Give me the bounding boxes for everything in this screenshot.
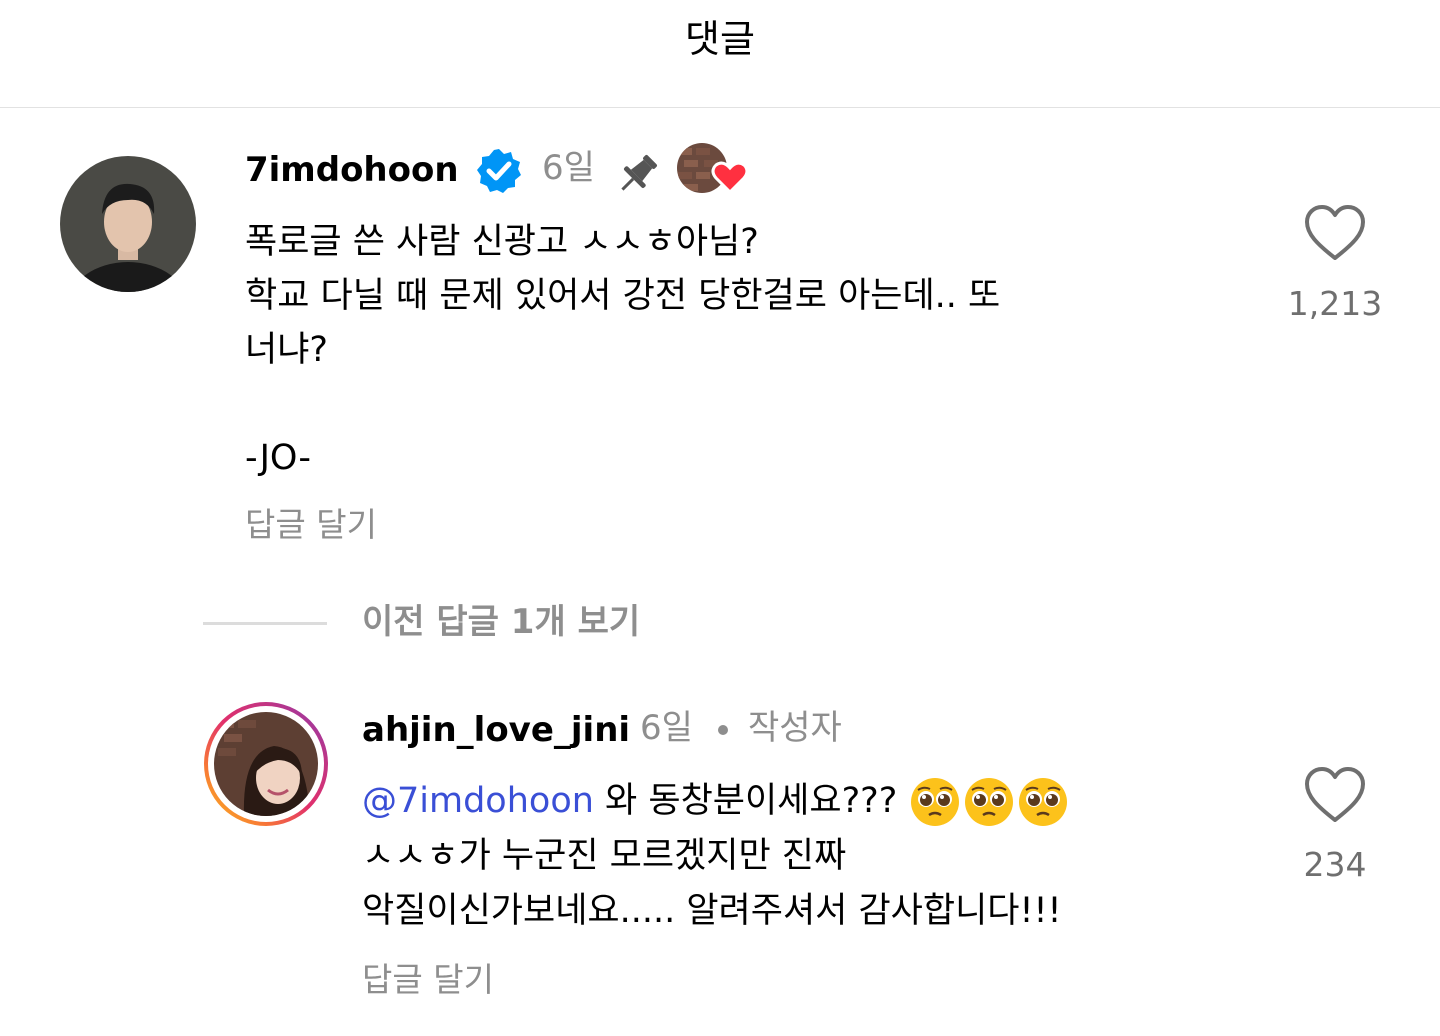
comment-text-line: 악질이신가보네요..... 알려주셔서 감사합니다!!! [362,891,1062,931]
replies-divider-line [203,622,327,625]
comment-text-line: ㅅㅅㅎ가 누군진 모르겠지만 진짜 [362,836,847,876]
comment-text-line: @7imdohoon 와 동창분이세요??? [362,774,1070,829]
page-title: 댓글 [685,17,755,61]
creator-liked-avatar [676,142,749,198]
like-count: 1,213 [1287,284,1383,323]
comment-text-line: 너냐? [245,330,328,370]
like-heart-icon[interactable] [1303,204,1367,266]
reply-button[interactable]: 답글 달기 [245,503,377,547]
pleading-face-icon [908,775,1070,829]
comments-header: 댓글 [0,0,1440,108]
heart-badge-icon [711,161,749,195]
comment-username[interactable]: ahjin_love_jini [362,708,630,752]
avatar[interactable] [60,156,196,292]
view-previous-replies-button[interactable]: 이전 답글 1개 보기 [362,600,640,644]
comment-age: 6일 [640,708,693,748]
reply-button[interactable]: 답글 달기 [362,958,494,1002]
like-count: 234 [1303,845,1367,884]
verified-badge-icon [474,146,524,200]
author-tag: 작성자 [748,708,842,748]
mention-link[interactable]: @7imdohoon [362,781,594,821]
separator-dot [718,725,728,735]
comment-signature: -JO- [245,438,312,478]
comment-username[interactable]: 7imdohoon [245,148,459,192]
story-ring-avatar[interactable] [204,702,328,826]
pin-icon [614,152,662,202]
like-heart-icon[interactable] [1303,766,1367,828]
comment-text-line: 학교 다닐 때 문제 있어서 강전 당한걸로 아는데.. 또 [245,276,1001,316]
comment-text: 와 동창분이세요??? [593,781,909,821]
comment-text-line: 폭로글 쓴 사람 신광고 ㅅㅅㅎ아님? [245,222,759,262]
comment-age: 6일 [542,148,595,188]
